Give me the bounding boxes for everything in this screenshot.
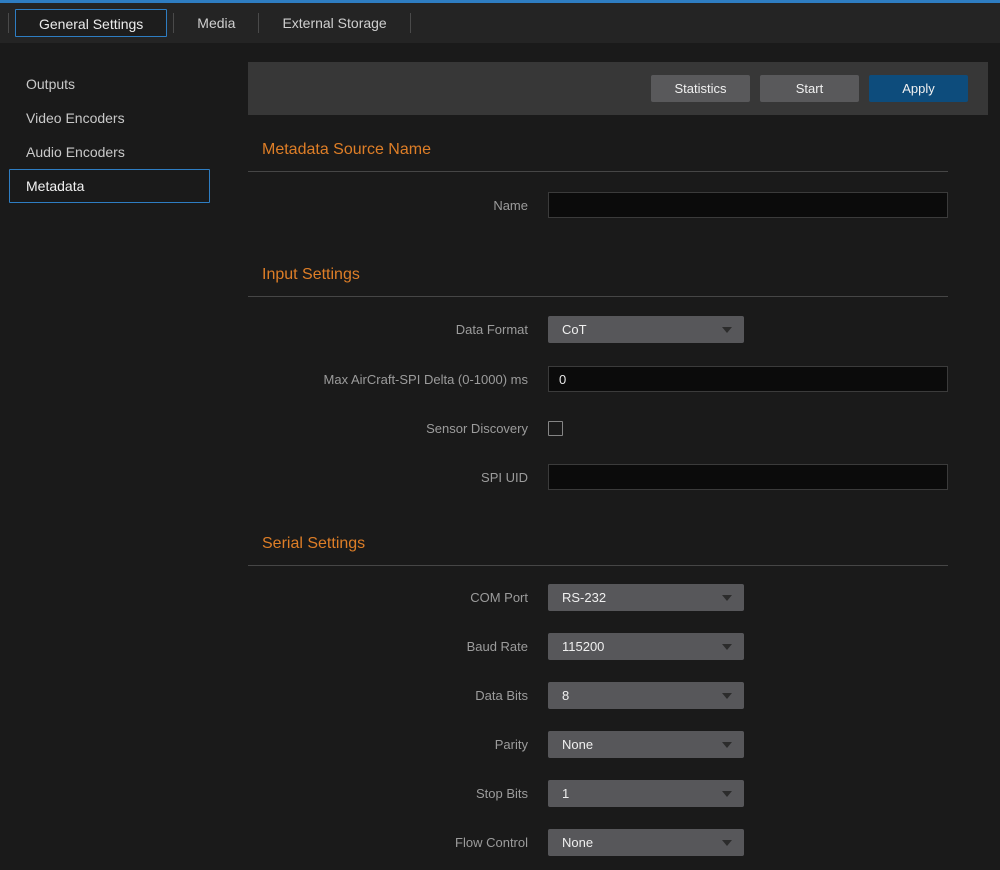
sidebar-item-outputs[interactable]: Outputs — [9, 67, 210, 101]
section-divider — [248, 171, 948, 172]
form-row-max-aircraft-spi-delta: Max AirCraft-SPI Delta (0-1000) ms — [248, 366, 948, 392]
chevron-down-icon — [722, 791, 732, 797]
sidebar: Outputs Video Encoders Audio Encoders Me… — [0, 43, 248, 203]
form-row-sensor-discovery: Sensor Discovery — [248, 419, 948, 437]
data-format-value: CoT — [562, 322, 587, 337]
form-row-data-bits: Data Bits 8 — [248, 682, 948, 709]
apply-button[interactable]: Apply — [869, 75, 968, 102]
name-input[interactable] — [548, 192, 948, 218]
section-title-metadata-source-name: Metadata Source Name — [248, 141, 988, 159]
field-label-baud-rate: Baud Rate — [248, 639, 528, 654]
tab-bar: General Settings Media External Storage — [0, 3, 1000, 43]
form-row-data-format: Data Format CoT — [248, 316, 948, 343]
tab-general-settings[interactable]: General Settings — [15, 9, 167, 37]
sensor-discovery-checkbox[interactable] — [548, 421, 563, 436]
flow-control-value: None — [562, 835, 593, 850]
form-row-flow-control: Flow Control None — [248, 829, 948, 856]
field-label-parity: Parity — [248, 737, 528, 752]
tab-media[interactable]: Media — [174, 9, 258, 37]
section-divider — [248, 296, 948, 297]
section-title-input-settings: Input Settings — [248, 266, 988, 284]
field-label-data-format: Data Format — [248, 322, 528, 337]
field-label-spi-uid: SPI UID — [248, 470, 528, 485]
com-port-select[interactable]: RS-232 — [548, 584, 744, 611]
tab-external-storage[interactable]: External Storage — [259, 9, 409, 37]
sidebar-item-audio-encoders[interactable]: Audio Encoders — [9, 135, 210, 169]
flow-control-select[interactable]: None — [548, 829, 744, 856]
statistics-button[interactable]: Statistics — [651, 75, 750, 102]
data-bits-select[interactable]: 8 — [548, 682, 744, 709]
data-format-select[interactable]: CoT — [548, 316, 744, 343]
section-title-serial-settings: Serial Settings — [248, 535, 988, 553]
field-label-name: Name — [248, 198, 528, 213]
sidebar-item-video-encoders[interactable]: Video Encoders — [9, 101, 210, 135]
form-row-baud-rate: Baud Rate 115200 — [248, 633, 948, 660]
tab-divider — [410, 13, 411, 33]
action-toolbar: Statistics Start Apply — [248, 62, 988, 115]
sidebar-item-metadata[interactable]: Metadata — [9, 169, 210, 203]
chevron-down-icon — [722, 693, 732, 699]
chevron-down-icon — [722, 327, 732, 333]
stop-bits-value: 1 — [562, 786, 569, 801]
main-content: Statistics Start Apply Metadata Source N… — [248, 43, 988, 856]
chevron-down-icon — [722, 644, 732, 650]
stop-bits-select[interactable]: 1 — [548, 780, 744, 807]
field-label-data-bits: Data Bits — [248, 688, 528, 703]
field-label-sensor-discovery: Sensor Discovery — [248, 421, 528, 436]
baud-rate-value: 115200 — [562, 639, 604, 654]
form-row-parity: Parity None — [248, 731, 948, 758]
parity-select[interactable]: None — [548, 731, 744, 758]
field-label-flow-control: Flow Control — [248, 835, 528, 850]
form-row-stop-bits: Stop Bits 1 — [248, 780, 948, 807]
baud-rate-select[interactable]: 115200 — [548, 633, 744, 660]
data-bits-value: 8 — [562, 688, 569, 703]
form-row-spi-uid: SPI UID — [248, 464, 948, 490]
section-divider — [248, 565, 948, 566]
com-port-value: RS-232 — [562, 590, 606, 605]
start-button[interactable]: Start — [760, 75, 859, 102]
chevron-down-icon — [722, 840, 732, 846]
chevron-down-icon — [722, 742, 732, 748]
spi-uid-input[interactable] — [548, 464, 948, 490]
chevron-down-icon — [722, 595, 732, 601]
field-label-max-aircraft-spi-delta: Max AirCraft-SPI Delta (0-1000) ms — [248, 372, 528, 387]
field-label-com-port: COM Port — [248, 590, 528, 605]
max-aircraft-spi-delta-input[interactable] — [548, 366, 948, 392]
parity-value: None — [562, 737, 593, 752]
form-row-name: Name — [248, 192, 948, 218]
form-row-com-port: COM Port RS-232 — [248, 584, 948, 611]
field-label-stop-bits: Stop Bits — [248, 786, 528, 801]
tab-divider — [8, 13, 9, 33]
